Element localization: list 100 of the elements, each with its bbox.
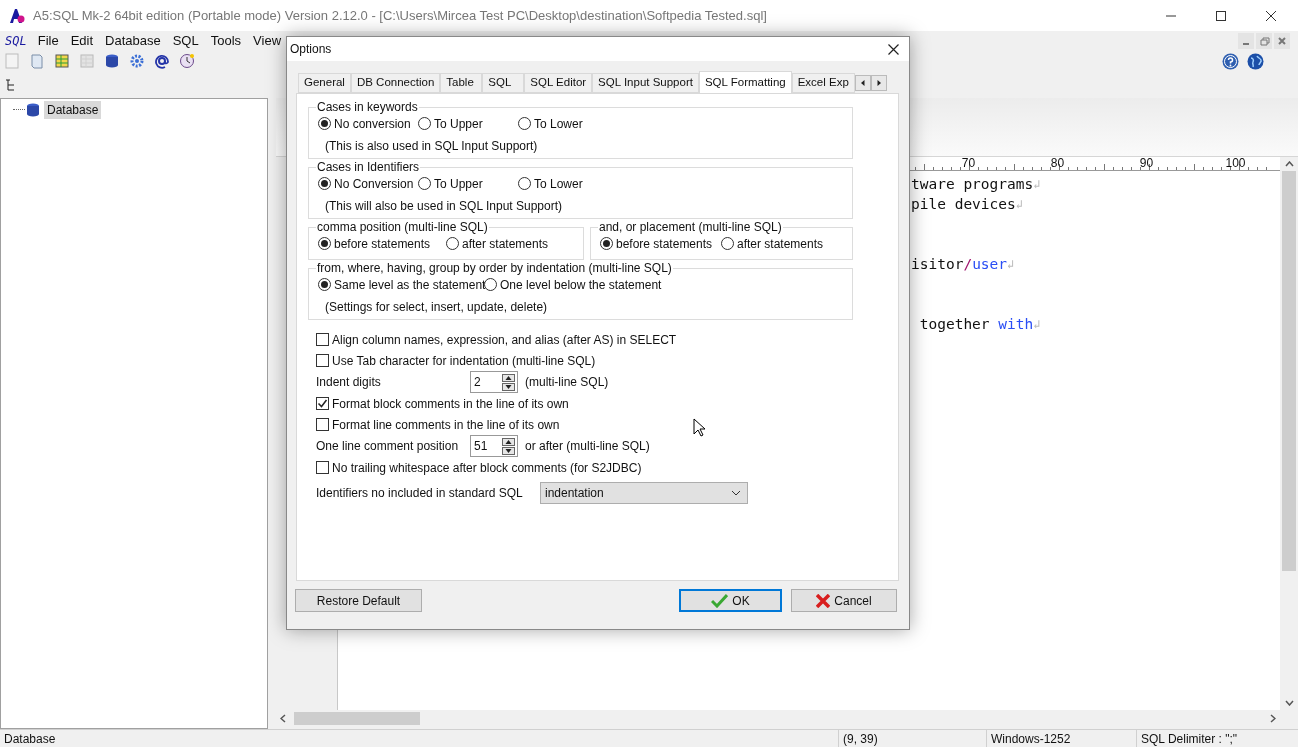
radio-label[interactable]: after statements (737, 234, 824, 253)
radio-label[interactable]: No conversion (334, 114, 411, 133)
ruler-number: 70 (961, 157, 976, 169)
status-text: (9, 39) (843, 730, 878, 747)
radio-button[interactable] (484, 278, 497, 291)
tab[interactable]: DB Connection (350, 73, 441, 93)
checkbox-label[interactable]: Format block comments in the line of its own (332, 394, 569, 413)
radio-button[interactable] (418, 177, 431, 190)
scroll-left-icon[interactable] (280, 713, 286, 723)
help-icon[interactable] (1222, 52, 1239, 70)
globe-icon[interactable] (1247, 52, 1264, 70)
checkbox[interactable] (316, 354, 329, 367)
dialog-button[interactable]: OK (679, 589, 782, 612)
radio-label[interactable]: Same level as the statement (334, 275, 486, 294)
menu-item[interactable]: Database (104, 30, 162, 51)
checkbox-label[interactable]: Align column names, expression, and alias (after AS) in SELECT (332, 330, 677, 349)
radio-button[interactable] (518, 117, 531, 130)
app-logo-text: SQL (5, 32, 27, 50)
spin-field[interactable]: 51 (470, 435, 518, 457)
tab[interactable]: Table (440, 73, 483, 93)
radio-button[interactable] (318, 237, 331, 250)
gear-icon[interactable] (129, 53, 145, 69)
radio-label[interactable]: To Upper (434, 174, 483, 193)
table-icon[interactable] (54, 53, 70, 69)
checkbox[interactable] (316, 397, 329, 410)
check-icon (711, 593, 729, 608)
down-arrow-icon[interactable] (502, 446, 515, 455)
radio-label[interactable]: One level below the statement (500, 275, 662, 294)
down-arrow-icon[interactable] (502, 382, 515, 391)
menu-item[interactable]: SQL (171, 30, 200, 51)
checkbox-label[interactable]: No trailing whitespace after block comments (for S2JDBC) (332, 458, 642, 477)
tree-view-icon[interactable] (5, 79, 17, 91)
ruler-number: 90 (1139, 157, 1154, 169)
radio-label[interactable]: before statements (334, 234, 431, 253)
scrollbar-thumb[interactable] (294, 711, 420, 725)
code-line: isitor/user (911, 255, 1008, 274)
dialog-button[interactable]: Cancel (791, 589, 897, 612)
menu-item[interactable]: Edit (69, 30, 95, 51)
tab-scroll-left-icon[interactable] (854, 75, 871, 91)
radio-button[interactable] (600, 237, 613, 250)
spin-field[interactable]: 2 (470, 371, 518, 393)
menu-item[interactable]: View (252, 30, 283, 51)
checkbox-label[interactable]: Format line comments in the line of its own (332, 415, 560, 434)
scroll-right-icon[interactable] (1270, 713, 1276, 723)
mdi-close-icon[interactable] (1274, 32, 1290, 49)
scroll-up-icon[interactable] (1284, 161, 1294, 167)
up-arrow-icon[interactable] (502, 373, 515, 382)
radio-button[interactable] (518, 177, 531, 190)
code-line: together with (918, 315, 1034, 334)
field-label: One line comment position (316, 438, 460, 455)
dialog-button[interactable]: Restore Default (295, 589, 422, 612)
tab[interactable]: Excel Exp (791, 73, 855, 93)
tab[interactable]: SQL Formatting (698, 71, 792, 93)
tab-scroll-right-icon[interactable] (870, 75, 887, 91)
radio-button[interactable] (418, 117, 431, 130)
radio-button[interactable] (318, 177, 331, 190)
checkbox-label[interactable]: Use Tab character for indentation (multi-line SQL) (332, 351, 596, 370)
tab[interactable]: SQL Editor (524, 73, 593, 93)
checkbox[interactable] (316, 461, 329, 474)
checkbox[interactable] (316, 418, 329, 431)
radio-button[interactable] (318, 117, 331, 130)
code-line: tware programs (911, 175, 1034, 194)
line-end-mark: ↲ (1007, 256, 1015, 273)
radio-button[interactable] (318, 278, 331, 291)
database-icon[interactable] (104, 53, 120, 69)
tab[interactable]: SQL Input Support (592, 73, 699, 93)
group-title: comma position (multi-line SQL) (316, 220, 489, 234)
tab[interactable]: SQL (482, 73, 525, 93)
group-note: (Settings for select, insert, update, delete) (325, 299, 548, 315)
scroll-down-icon[interactable] (1284, 700, 1294, 706)
code-line: pile devices (911, 195, 1016, 214)
radio-label[interactable]: To Lower (534, 174, 583, 193)
close-icon[interactable] (888, 43, 899, 55)
menu-item[interactable]: Tools (209, 30, 243, 51)
radio-button[interactable] (446, 237, 459, 250)
up-arrow-icon[interactable] (502, 437, 515, 446)
radio-label[interactable]: before statements (616, 234, 713, 253)
tab[interactable]: General (298, 73, 351, 93)
radio-label[interactable]: No Conversion (334, 174, 414, 193)
radio-label[interactable]: To Lower (534, 114, 583, 133)
mdi-minimize-icon[interactable] (1238, 32, 1254, 49)
group-note: (This will also be used in SQL Input Support) (325, 198, 562, 214)
clock-icon[interactable] (179, 53, 195, 69)
group-title: from, where, having, group by order by indentation (multi-line SQL) (316, 261, 673, 275)
at-sign-icon[interactable] (154, 53, 170, 69)
radio-button[interactable] (721, 237, 734, 250)
line-end-mark: ↲ (1033, 176, 1041, 193)
tree-line (13, 109, 25, 110)
tree-item[interactable]: Database (44, 100, 102, 119)
close-icon[interactable] (1266, 10, 1276, 21)
maximize-icon[interactable] (1216, 10, 1226, 21)
scrollbar-thumb[interactable] (1282, 171, 1296, 571)
menu-item[interactable]: File (36, 30, 60, 51)
checkbox[interactable] (316, 333, 329, 346)
field-hint: or after (multi-line SQL) (525, 438, 650, 455)
field-hint: (multi-line SQL) (525, 374, 609, 391)
radio-label[interactable]: after statements (462, 234, 549, 253)
radio-label[interactable]: To Upper (434, 114, 483, 133)
dropdown[interactable]: indentation (540, 482, 748, 504)
mouse-pointer-icon (693, 418, 705, 437)
